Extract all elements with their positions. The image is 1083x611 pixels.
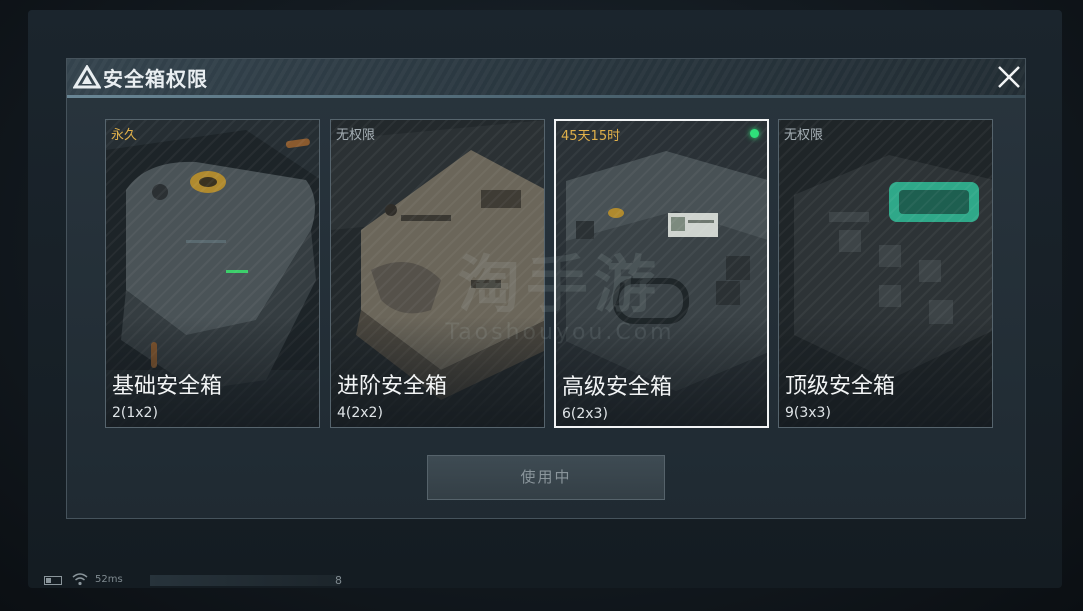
card-name: 顶级安全箱 xyxy=(785,374,896,399)
card-capacity: 4(2x2) xyxy=(337,405,383,421)
safe-box-card-advanced[interactable]: 无权限 进阶安全箱 4(2x2) xyxy=(330,119,545,428)
dialog-title: 安全箱权限 xyxy=(103,67,208,91)
ping-readout: 52ms xyxy=(95,574,123,585)
card-duration-tag: 无权限 xyxy=(784,128,824,143)
card-duration-tag: 45天15时 xyxy=(561,129,621,144)
card-duration-tag: 无权限 xyxy=(336,128,376,143)
screen-background: 安全箱权限 永久 基础安全箱 2(1x2) 无权限 进阶安全箱 4(2x2) 4… xyxy=(0,0,1083,611)
card-duration-tag: 永久 xyxy=(111,128,138,143)
title-divider xyxy=(67,95,1025,98)
card-capacity: 9(3x3) xyxy=(785,405,831,421)
safe-box-card-top[interactable]: 无权限 顶级安全箱 9(3x3) xyxy=(778,119,993,428)
battery-icon xyxy=(44,576,62,585)
safe-box-card-basic[interactable]: 永久 基础安全箱 2(1x2) xyxy=(105,119,320,428)
close-icon[interactable] xyxy=(994,62,1024,92)
card-capacity: 2(1x2) xyxy=(112,405,158,421)
card-name: 基础安全箱 xyxy=(112,374,223,399)
safe-box-card-premium[interactable]: 45天15时 高级安全箱 6(2x3) xyxy=(554,119,769,428)
card-name: 高级安全箱 xyxy=(562,375,673,400)
title-bar: 安全箱权限 xyxy=(67,59,1025,95)
card-name: 进阶安全箱 xyxy=(337,374,448,399)
wifi-icon xyxy=(72,573,88,586)
active-dot-icon xyxy=(750,129,759,138)
status-counter: 8 xyxy=(335,574,342,587)
status-track xyxy=(150,575,340,586)
card-capacity: 6(2x3) xyxy=(562,406,608,422)
in-use-button[interactable]: 使用中 xyxy=(427,455,665,500)
brand-triangle-icon xyxy=(73,65,101,89)
